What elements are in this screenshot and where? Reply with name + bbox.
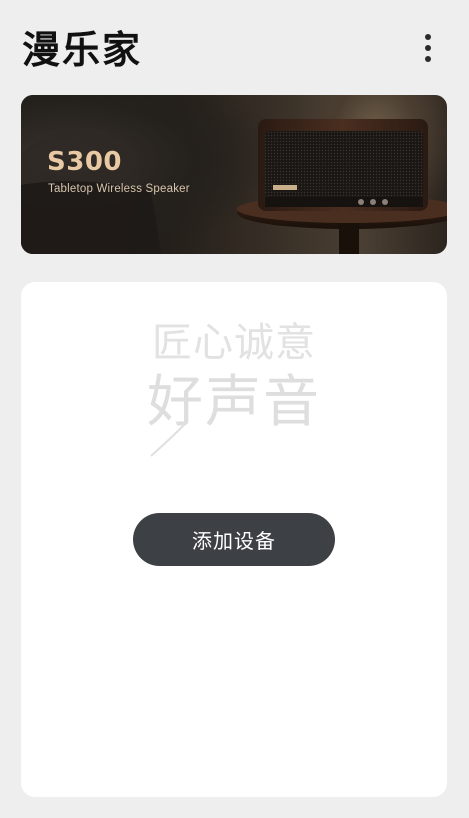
product-banner[interactable]: S300 Tabletop Wireless Speaker [21,95,447,254]
add-device-button[interactable]: 添加设备 [133,513,335,566]
slogan-line1: 匠心诚意 [152,320,316,366]
device-card: 匠心诚意 好声音 添加设备 [21,282,447,797]
more-dot [425,45,431,51]
banner-subtitle: Tabletop Wireless Speaker [48,183,190,195]
more-dot [425,34,431,40]
more-dot [425,56,431,62]
banner-model-title: S300 [47,147,122,177]
more-vertical-icon[interactable] [414,30,442,66]
slogan-line2: 好声音 [147,370,321,435]
slogan-brush-stroke [150,423,186,457]
app-title: 漫乐家 [22,28,143,72]
